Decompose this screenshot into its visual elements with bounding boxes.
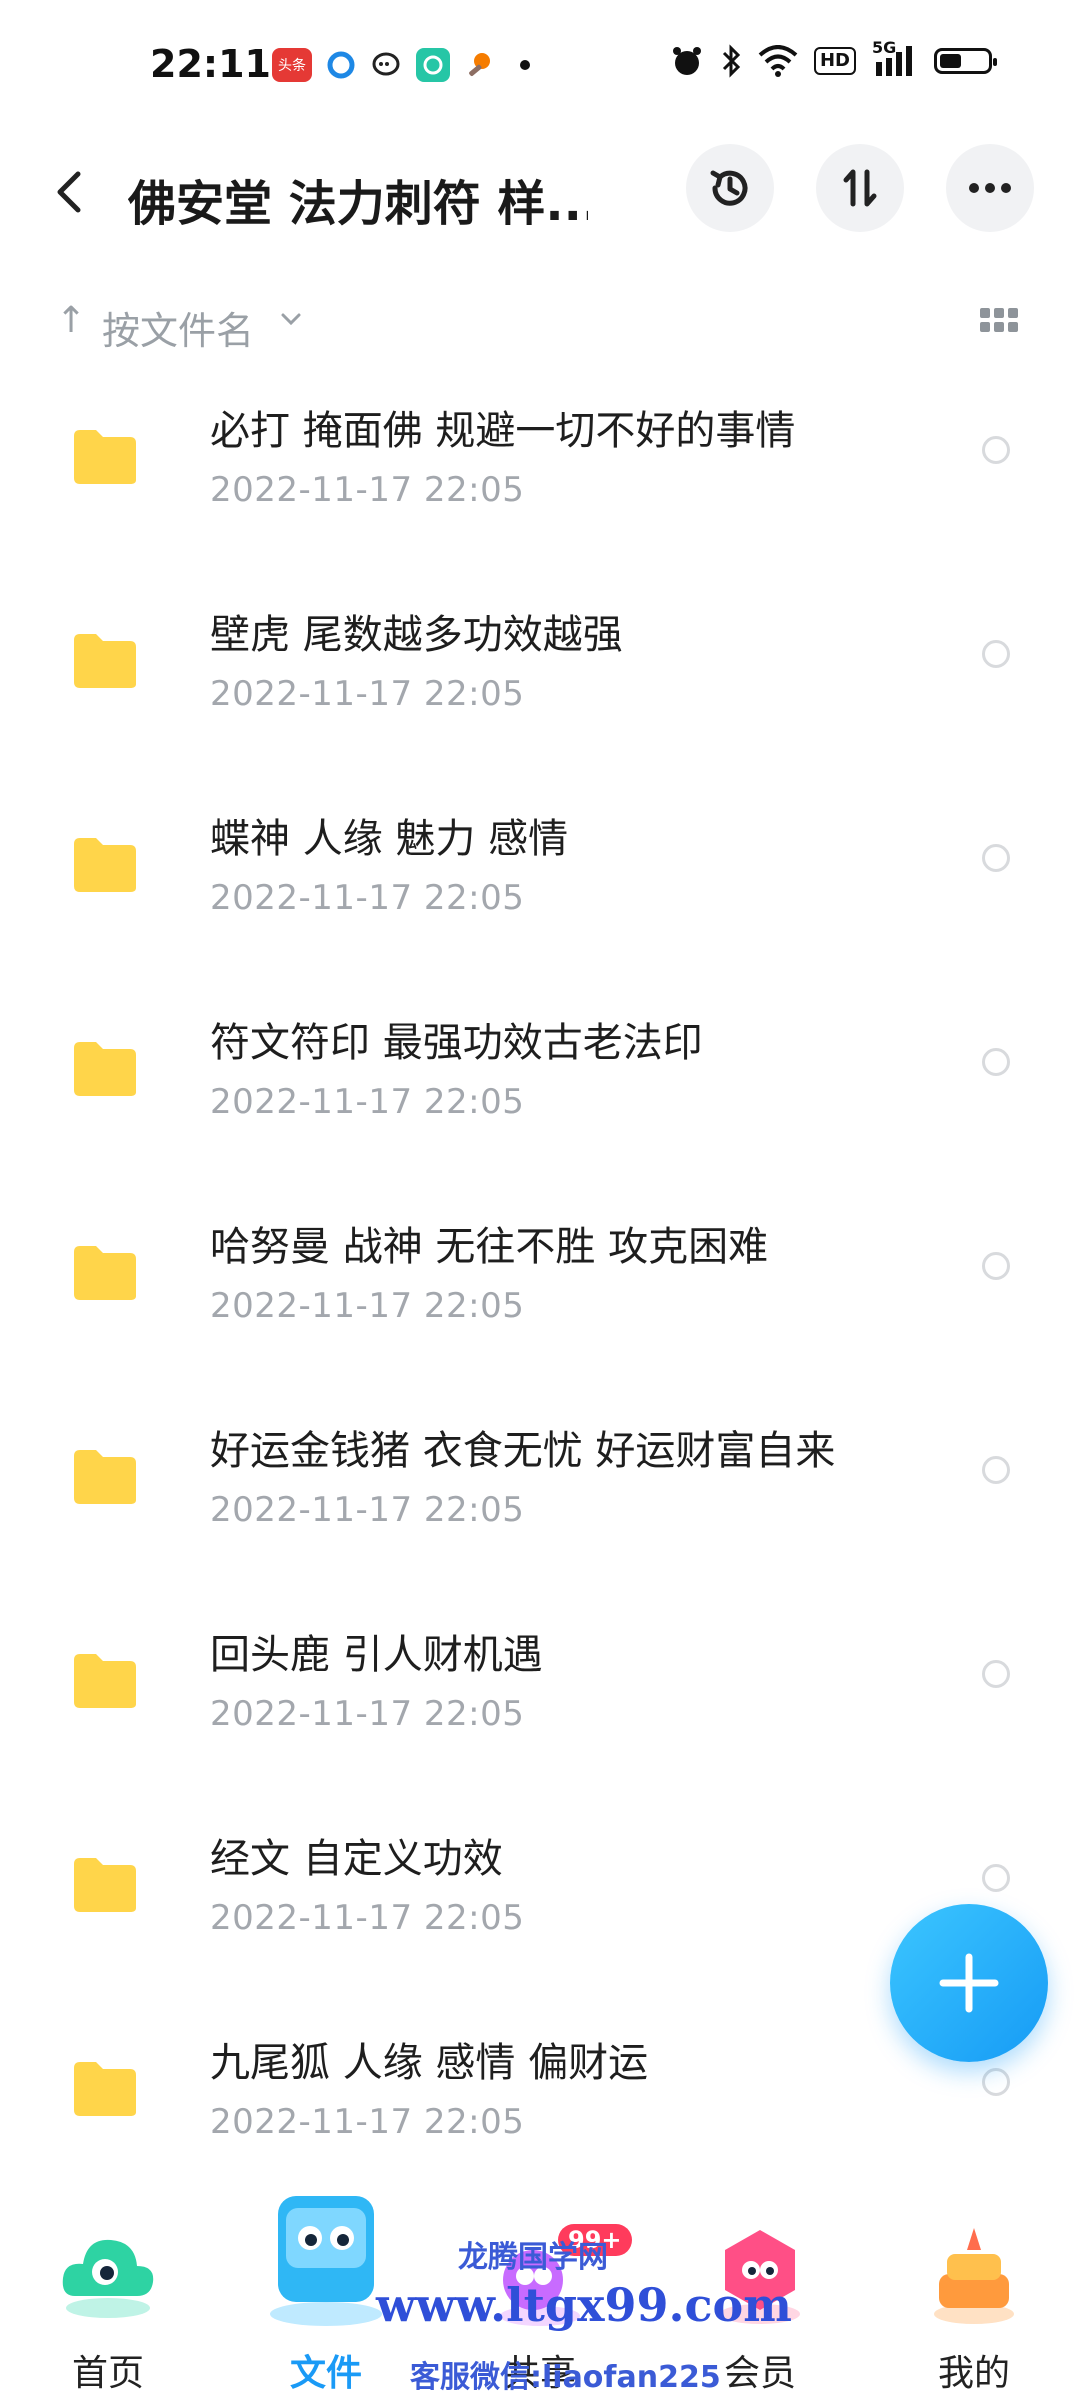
folder-icon (74, 430, 136, 484)
list-item[interactable]: 蝶神 人缘 魅力 感情 2022-11-17 22:05 (0, 788, 1080, 992)
status-app-icons: 头条 (272, 48, 542, 82)
folder-icon (74, 1042, 136, 1096)
wifi-icon (758, 45, 798, 77)
back-button[interactable] (40, 162, 100, 222)
alarm-icon (672, 47, 701, 75)
nav-profile-label: 我的 (937, 2353, 1010, 2394)
file-date: 2022-11-17 22:05 (210, 2102, 525, 2142)
nav-files-label: 文件 (289, 2353, 362, 2394)
sort-direction-icon[interactable]: ↑ (56, 300, 86, 341)
profile-icon (934, 2228, 1014, 2324)
file-date: 2022-11-17 22:05 (210, 1694, 525, 1734)
file-name: 好运金钱猪 衣食无忧 好运财富自来 (210, 1428, 836, 1474)
more-icon (969, 183, 1011, 193)
history-button[interactable] (686, 144, 774, 232)
chat-icon (370, 48, 404, 82)
file-name: 蝶神 人缘 魅力 感情 (210, 816, 569, 862)
page-title: 佛安堂 法力刺符 样... (128, 176, 588, 232)
signal-icon: 5G (872, 38, 918, 78)
home-cloud-icon (62, 2239, 154, 2318)
sort-icon (843, 169, 877, 207)
status-time: 22:11 (150, 42, 271, 86)
file-name: 哈努曼 战神 无往不胜 攻克困难 (210, 1224, 769, 1270)
files-icon (270, 2196, 382, 2326)
select-checkbox[interactable] (982, 1660, 1010, 1688)
file-date: 2022-11-17 22:05 (210, 1082, 525, 1122)
select-checkbox[interactable] (982, 1456, 1010, 1484)
select-checkbox[interactable] (982, 844, 1010, 872)
sort-button[interactable] (816, 144, 904, 232)
status-bar: 22:11 头条 HD 5G (0, 0, 1080, 120)
list-item[interactable]: 好运金钱猪 衣食无忧 好运财富自来 2022-11-17 22:05 (0, 1400, 1080, 1604)
folder-icon (74, 838, 136, 892)
list-item[interactable]: 壁虎 尾数越多功效越强 2022-11-17 22:05 (0, 584, 1080, 788)
folder-icon (74, 1858, 136, 1912)
nav-home[interactable]: 首页 (8, 2180, 208, 2400)
file-name: 回头鹿 引人财机遇 (210, 1632, 543, 1678)
folder-icon (74, 1654, 136, 1708)
watermark-contact: 客服微信:liaofan225 (410, 2360, 721, 2395)
file-name: 经文 自定义功效 (210, 1836, 503, 1882)
app-icon (416, 48, 450, 82)
select-checkbox[interactable] (982, 436, 1010, 464)
bluetooth-icon (722, 44, 741, 78)
file-name: 符文符印 最强功效古老法印 (210, 1020, 703, 1066)
hd-badge: HD (813, 47, 856, 75)
file-date: 2022-11-17 22:05 (210, 1898, 525, 1938)
notification-dot-icon (508, 48, 542, 82)
file-date: 2022-11-17 22:05 (210, 674, 525, 714)
list-item[interactable]: 必打 掩面佛 规避一切不好的事情 2022-11-17 22:05 (0, 380, 1080, 584)
list-item[interactable]: 哈努曼 战神 无往不胜 攻克困难 2022-11-17 22:05 (0, 1196, 1080, 1400)
file-name: 必打 掩面佛 规避一切不好的事情 (210, 408, 796, 454)
grid-view-icon[interactable] (980, 308, 1018, 332)
nav-home-label: 首页 (71, 2353, 144, 2394)
file-name: 壁虎 尾数越多功效越强 (210, 612, 623, 658)
folder-icon (74, 2062, 136, 2116)
app-icon-2 (462, 48, 496, 82)
plus-icon (939, 1953, 999, 2013)
chevron-down-icon[interactable] (280, 312, 302, 326)
history-icon (710, 170, 748, 206)
file-date: 2022-11-17 22:05 (210, 878, 525, 918)
select-checkbox[interactable] (982, 640, 1010, 668)
sort-mode-dropdown[interactable]: 按文件名 (102, 300, 254, 355)
browser-icon (324, 48, 358, 82)
folder-icon (74, 1450, 136, 1504)
select-checkbox[interactable] (982, 2068, 1010, 2096)
folder-icon (74, 634, 136, 688)
file-date: 2022-11-17 22:05 (210, 1286, 525, 1326)
sort-bar: ↑ 按文件名 (0, 290, 1080, 360)
battery-icon (934, 48, 997, 74)
file-name: 九尾狐 人缘 感情 偏财运 (210, 2040, 649, 2086)
add-button[interactable] (890, 1904, 1048, 2062)
select-checkbox[interactable] (982, 1864, 1010, 1892)
watermark-line1: 龙腾国学网 (458, 2240, 608, 2275)
watermark-url: www.ltgx99.com (376, 2278, 792, 2332)
file-date: 2022-11-17 22:05 (210, 470, 525, 510)
top-app-bar: 佛安堂 法力刺符 样... (0, 140, 1080, 240)
more-button[interactable] (946, 144, 1034, 232)
status-indicators: HD 5G (670, 38, 997, 78)
toutiao-icon: 头条 (272, 48, 312, 82)
list-item[interactable]: 回头鹿 引人财机遇 2022-11-17 22:05 (0, 1604, 1080, 1808)
chevron-left-icon (57, 171, 81, 213)
list-item[interactable]: 符文符印 最强功效古老法印 2022-11-17 22:05 (0, 992, 1080, 1196)
select-checkbox[interactable] (982, 1048, 1010, 1076)
nav-profile[interactable]: 我的 (874, 2180, 1074, 2400)
select-checkbox[interactable] (982, 1252, 1010, 1280)
file-date: 2022-11-17 22:05 (210, 1490, 525, 1530)
folder-icon (74, 1246, 136, 1300)
